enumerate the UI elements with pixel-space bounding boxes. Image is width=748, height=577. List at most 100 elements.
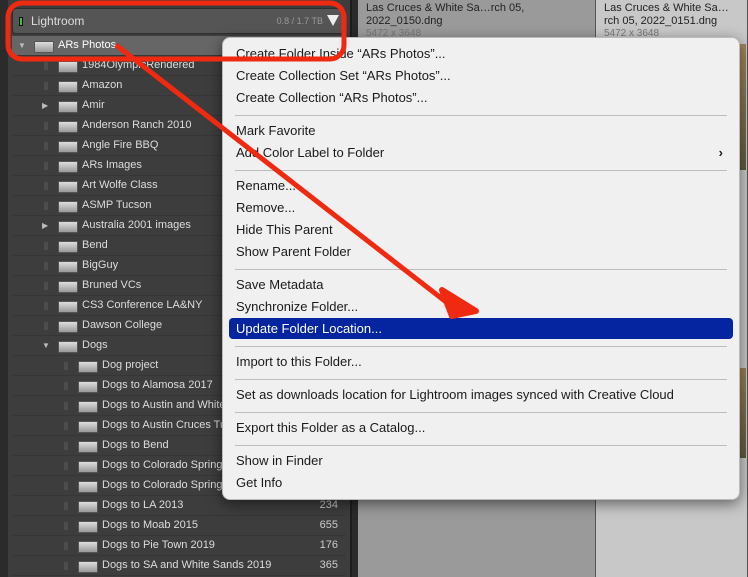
folder-name: Dawson College (82, 319, 163, 331)
menu-item[interactable]: Add Color Label to Folder › (229, 142, 733, 163)
menu-separator (235, 115, 727, 116)
drag-handle-icon[interactable] (44, 262, 48, 270)
menu-item[interactable]: Synchronize Folder... (229, 296, 733, 317)
menu-item[interactable]: Save Metadata (229, 274, 733, 295)
drag-handle-icon[interactable] (64, 362, 68, 370)
folder-icon (58, 261, 78, 273)
folder-name: Dogs to Bend (102, 439, 169, 451)
triangle-down-icon[interactable]: ▼ (18, 41, 26, 50)
menu-item[interactable]: Get Info (229, 472, 733, 493)
volume-header[interactable]: Lightroom 0.8 / 1.7 TB (12, 8, 346, 34)
drag-handle-icon[interactable] (64, 502, 68, 510)
drag-handle-icon[interactable] (64, 562, 68, 570)
folder-icon (58, 181, 78, 193)
disclosure-triangle-icon[interactable] (327, 15, 339, 26)
menu-item-label: Show in Finder (236, 453, 323, 468)
folder-name: Amir (82, 99, 105, 111)
menu-item[interactable]: Set as downloads location for Lightroom … (229, 384, 733, 405)
drag-handle-icon[interactable] (44, 182, 48, 190)
drag-handle-icon[interactable] (64, 402, 68, 410)
drag-handle-icon[interactable] (64, 382, 68, 390)
photo-count: 365 (319, 559, 338, 571)
drag-handle-icon[interactable] (44, 242, 48, 250)
menu-item[interactable]: Hide This Parent (229, 219, 733, 240)
folder-row[interactable]: Dogs to Moab 2015 655 (12, 516, 346, 536)
folder-icon (58, 141, 78, 153)
menu-separator (235, 269, 727, 270)
folder-icon (34, 41, 54, 53)
drag-handle-icon[interactable] (44, 82, 48, 90)
folder-name: Art Wolfe Class (82, 179, 158, 191)
menu-item[interactable]: Update Folder Location... (229, 318, 733, 339)
menu-item-label: Get Info (236, 475, 283, 490)
folder-icon (58, 101, 78, 113)
drag-handle-icon[interactable] (44, 162, 48, 170)
menu-item-label: Import to this Folder... (236, 354, 362, 369)
folder-name: BigGuy (82, 259, 119, 271)
folder-icon (58, 161, 78, 173)
folder-name: ARs Photos (58, 39, 117, 51)
volume-status-icon (19, 17, 23, 26)
folder-icon (58, 321, 78, 333)
menu-item-label: Export this Folder as a Catalog... (236, 420, 426, 435)
folder-name: ARs Images (82, 159, 142, 171)
folder-icon (78, 401, 98, 413)
menu-item-label: Remove... (236, 200, 296, 215)
folder-icon (58, 201, 78, 213)
photo-caption: Las Cruces & White Sa…rch 05, 2022_0150.… (366, 2, 591, 40)
triangle-down-icon[interactable]: ▼ (42, 341, 50, 350)
folder-icon (78, 461, 98, 473)
triangle-right-icon[interactable]: ▶ (42, 221, 48, 230)
menu-separator (235, 346, 727, 347)
menu-item[interactable]: Create Folder Inside “ARs Photos”... (229, 43, 733, 64)
menu-item-label: Rename... (236, 178, 296, 193)
drag-handle-icon[interactable] (44, 202, 48, 210)
drag-handle-icon[interactable] (44, 282, 48, 290)
menu-item[interactable]: Show in Finder (229, 450, 733, 471)
drag-handle-icon[interactable] (64, 482, 68, 490)
menu-item-label: Create Collection “ARs Photos”... (236, 90, 428, 105)
drag-handle-icon[interactable] (64, 422, 68, 430)
folder-icon (58, 241, 78, 253)
drag-handle-icon[interactable] (64, 442, 68, 450)
drag-handle-icon[interactable] (44, 122, 48, 130)
menu-item[interactable]: Rename... (229, 175, 733, 196)
folder-name: Dog project (102, 359, 159, 371)
menu-item-label: Hide This Parent (236, 222, 333, 237)
triangle-right-icon[interactable]: ▶ (42, 101, 48, 110)
drag-handle-icon[interactable] (64, 542, 68, 550)
menu-item-label: Save Metadata (236, 277, 324, 292)
drag-handle-icon[interactable] (64, 462, 68, 470)
folder-name: Dogs to SA and White Sands 2019 (102, 559, 272, 571)
folder-row[interactable]: Dogs to SA and White Sands 2019 365 (12, 556, 346, 576)
folder-icon (58, 341, 78, 353)
panel-edge (0, 0, 8, 577)
folder-icon (78, 481, 98, 493)
folder-name: Dogs to Pie Town 2019 (102, 539, 215, 551)
folder-name: Dogs to Colorado Springs (102, 459, 228, 471)
folder-name: CS3 Conference LA&NY (82, 299, 203, 311)
folder-icon (78, 521, 98, 533)
menu-item[interactable]: Create Collection “ARs Photos”... (229, 87, 733, 108)
menu-item-label: Add Color Label to Folder (236, 145, 385, 160)
menu-item-label: Set as downloads location for Lightroom … (236, 387, 674, 402)
menu-item-label: Create Collection Set “ARs Photos”... (236, 68, 451, 83)
drag-handle-icon[interactable] (44, 322, 48, 330)
menu-item[interactable]: Show Parent Folder (229, 241, 733, 262)
drag-handle-icon[interactable] (44, 302, 48, 310)
menu-item[interactable]: Mark Favorite (229, 120, 733, 141)
drag-handle-icon[interactable] (44, 142, 48, 150)
photo-filename: Las Cruces & White Sa…rch 05, 2022_0151.… (604, 2, 729, 27)
menu-item[interactable]: Remove... (229, 197, 733, 218)
menu-item[interactable]: Import to this Folder... (229, 351, 733, 372)
folder-name: ASMP Tucson (82, 199, 152, 211)
folder-icon (58, 281, 78, 293)
folder-row[interactable]: Dogs to Pie Town 2019 176 (12, 536, 346, 556)
drag-handle-icon[interactable] (64, 522, 68, 530)
menu-item-label: Create Folder Inside “ARs Photos”... (236, 46, 446, 61)
folder-name: Dogs to Moab 2015 (102, 519, 199, 531)
folder-icon (78, 421, 98, 433)
menu-item[interactable]: Create Collection Set “ARs Photos”... (229, 65, 733, 86)
menu-item[interactable]: Export this Folder as a Catalog... (229, 417, 733, 438)
drag-handle-icon[interactable] (44, 62, 48, 70)
